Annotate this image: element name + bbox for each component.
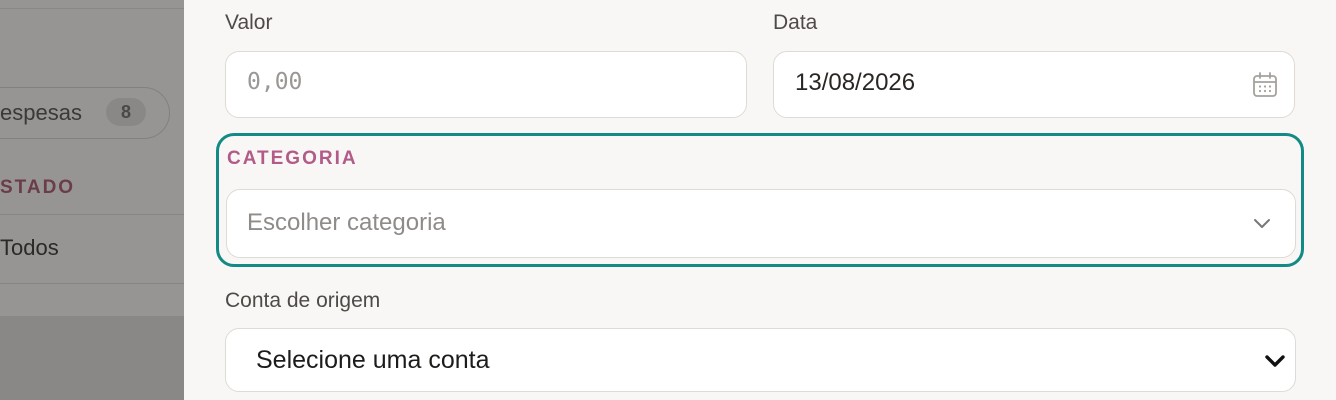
background-divider [0,8,184,9]
background-pill-label: espesas [0,100,82,125]
background-divider [0,283,184,284]
amount-input[interactable]: 0,00 [225,51,747,118]
amount-placeholder: 0,00 [247,69,303,95]
chevron-down-icon [1254,219,1270,228]
source-account-label: Conta de origem [225,289,381,312]
transaction-drawer: Valor 0,00 Data 13/08/2026 CATEGORIA Esc… [184,0,1336,400]
source-account-value: Selecione uma conta [256,346,490,374]
amount-label: Valor [225,11,273,34]
category-select[interactable]: Escolher categoria [226,189,1296,258]
background-filter-option: Todos [0,235,59,260]
calendar-icon[interactable] [1252,72,1278,98]
category-placeholder: Escolher categoria [247,209,446,236]
date-input[interactable]: 13/08/2026 [773,51,1295,118]
chevron-down-icon [1265,355,1285,367]
category-field-focused: CATEGORIA Escolher categoria [216,133,1304,267]
background-section-title: STADO [0,177,76,198]
background-divider [0,214,184,215]
category-label: CATEGORIA [227,148,358,169]
date-label: Data [773,11,818,34]
source-account-select[interactable]: Selecione uma conta [225,328,1296,392]
background-pill-count-badge: 8 [106,98,146,126]
date-value: 13/08/2026 [795,69,916,96]
background-page: espesas 8 STADO Todos [0,0,184,400]
background-filter-panel [0,0,184,316]
